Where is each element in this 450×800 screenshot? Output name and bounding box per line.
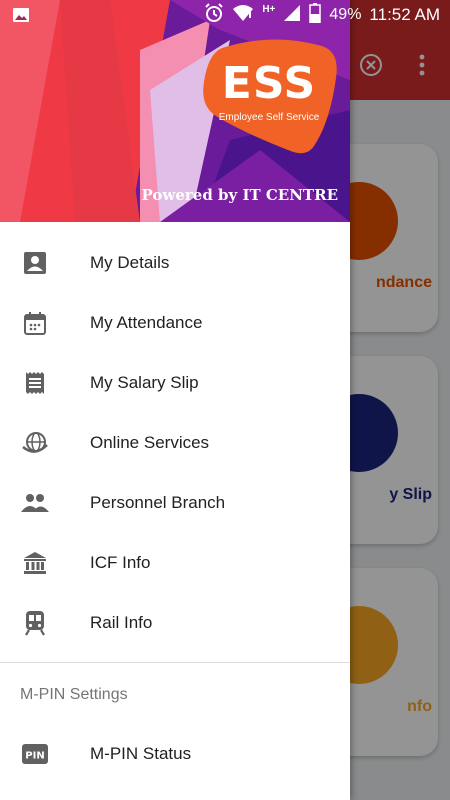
menu-item-label: Personnel Branch [90, 493, 226, 512]
image-icon [12, 7, 30, 23]
person-card-icon [21, 249, 49, 277]
menu-item-label: ICF Info [90, 553, 151, 572]
signal-icon [283, 4, 301, 27]
status-bar: H+ 49% 11:52 AM [0, 0, 450, 30]
menu-item-label: M-PIN Status [90, 744, 192, 763]
receipt-icon [21, 369, 49, 397]
pin-icon-text: PIN [25, 751, 44, 762]
menu-item-personnel-branch[interactable]: Personnel Branch [0, 473, 350, 533]
menu-item-label: My Salary Slip [90, 373, 199, 392]
menu-item-label: My Details [90, 253, 170, 272]
battery-percent: 49% [329, 6, 362, 23]
menu-item-icf-info[interactable]: ICF Info [0, 533, 350, 593]
menu-item-my-details[interactable]: My Details [0, 233, 350, 293]
wifi-icon [232, 4, 254, 27]
ess-logo-text: ESS [221, 58, 317, 109]
bank-icon [21, 549, 49, 577]
menu-divider [0, 662, 350, 663]
globe-icon [21, 429, 49, 457]
menu-item-my-salary-slip[interactable]: My Salary Slip [0, 353, 350, 413]
menu-item-label: My Attendance [90, 313, 203, 332]
section-title-mpin-settings: M-PIN Settings [20, 686, 128, 703]
menu-item-rail-info[interactable]: Rail Info [0, 593, 350, 653]
train-icon [21, 609, 49, 637]
people-icon [21, 489, 49, 517]
drawer-header: ESS Employee Self Service Powered by IT … [0, 0, 350, 222]
menu-item-my-attendance[interactable]: My Attendance [0, 293, 350, 353]
ess-logo-subtitle: Employee Self Service [218, 112, 320, 123]
calendar-icon [21, 309, 49, 337]
menu-item-mpin-status[interactable]: PIN M-PIN Status [0, 724, 350, 784]
battery-icon [309, 2, 322, 28]
menu-item-label: Online Services [90, 433, 210, 452]
clock: 11:52 AM [369, 5, 440, 24]
alarm-icon [204, 2, 224, 28]
menu-item-label: Rail Info [90, 613, 153, 632]
menu-item-online-services[interactable]: Online Services [0, 413, 350, 473]
navigation-drawer: ESS Employee Self Service Powered by IT … [0, 0, 350, 800]
network-type: H+ [262, 3, 276, 15]
pin-icon: PIN [21, 740, 49, 768]
powered-by-text: Powered by IT CENTRE [141, 186, 338, 204]
